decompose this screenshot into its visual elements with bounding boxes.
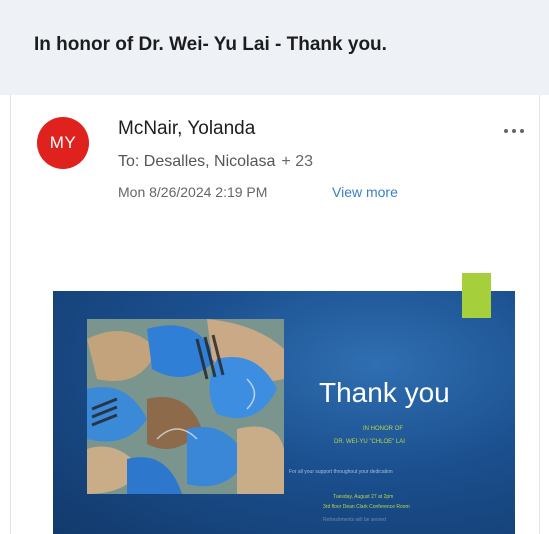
view-more-link[interactable]: View more xyxy=(332,184,398,200)
subject-bar: In honor of Dr. Wei- Yu Lai - Thank you. xyxy=(0,0,549,95)
leaf-pattern-icon xyxy=(87,319,284,494)
slide-refreshments-line: Refreshments will be served xyxy=(323,517,386,523)
to-recipient: To: Desalles, Nicolasa xyxy=(118,153,276,170)
more-horizontal-icon xyxy=(504,129,524,133)
slide-title: Thank you xyxy=(319,377,450,408)
slide-location-line: 3rd floor Dean Clark Conference Room xyxy=(323,504,410,510)
sent-date: Mon 8/26/2024 2:19 PM xyxy=(118,184,268,200)
slide-honoree-line: DR. WEI-YU "CHLOE" LAI xyxy=(334,439,405,445)
attached-image[interactable]: Thank you IN HONOR OF DR. WEI-YU "CHLOE"… xyxy=(53,291,515,534)
slide-honor-line: IN HONOR OF xyxy=(363,426,403,432)
more-options-button[interactable] xyxy=(500,124,528,138)
sender-name[interactable]: McNair, Yolanda xyxy=(118,118,255,140)
slide-date-line: Tuesday, August 27 at 2pm xyxy=(333,494,394,500)
email-subject: In honor of Dr. Wei- Yu Lai - Thank you. xyxy=(34,34,387,55)
recipients-more-count: + 23 xyxy=(281,153,313,170)
slide-message-line: For all your support throughout your ded… xyxy=(289,469,393,475)
green-accent-tab xyxy=(462,273,491,318)
avatar-initials: MY xyxy=(49,133,77,152)
leaf-artwork xyxy=(87,319,284,494)
recipients-line[interactable]: To: Desalles, Nicolasa + 23 xyxy=(118,153,313,171)
avatar[interactable]: MY xyxy=(37,117,89,169)
